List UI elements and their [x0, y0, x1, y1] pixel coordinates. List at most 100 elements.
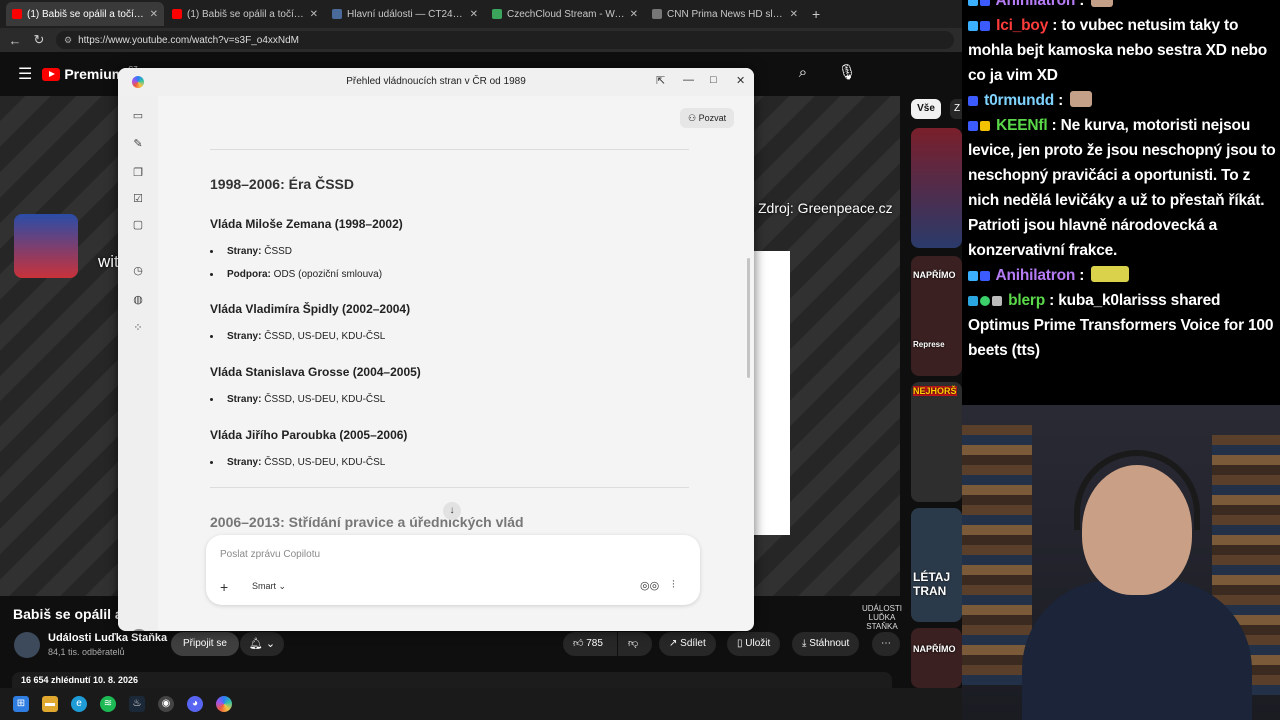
related-video-thumbnail[interactable]: NAPŘÍMO	[911, 628, 962, 688]
tasks-icon[interactable]: ☑	[130, 191, 146, 207]
user-avatar[interactable]	[130, 629, 148, 631]
edge-browser-icon[interactable]: e	[71, 696, 87, 712]
dislike-button[interactable]: 👎︎	[618, 632, 652, 656]
apps-grid-icon[interactable]: ⁘	[130, 320, 146, 336]
browser-tab[interactable]: (1) Babiš se opálil a točí čím dál zr ✕	[6, 2, 164, 26]
notification-bell-button[interactable]: 🔔︎ ⌄	[240, 632, 284, 656]
obs-icon[interactable]: ◉	[158, 696, 174, 712]
screen: (1) Babiš se opálil a točí čím dál zr ✕ …	[0, 0, 1280, 720]
tab-label: CNN Prima News HD sledujte onl	[667, 8, 785, 20]
windows-start-icon[interactable]: ⊞	[13, 696, 29, 712]
tab-label: Hlavní události — ČT24 — Český	[347, 8, 465, 20]
minimize-icon[interactable]: —	[683, 74, 694, 86]
more-actions-button[interactable]: ⋯	[872, 632, 900, 656]
maximize-icon[interactable]: □	[710, 74, 717, 86]
download-label: Stáhnout	[809, 638, 850, 649]
download-icon: ⤓	[802, 638, 807, 649]
chat-username[interactable]: t0rmundd	[984, 92, 1054, 109]
browser-tab[interactable]: CNN Prima News HD sledujte onl ✕	[646, 2, 804, 26]
browser-tab[interactable]: CzechCloud Stream - Watch Live ✕	[486, 2, 644, 26]
close-icon[interactable]: ✕	[470, 9, 478, 20]
share-button[interactable]: ↗ Sdílet	[659, 632, 716, 656]
like-button[interactable]: 👍︎ 785	[563, 632, 617, 656]
czechcloud-favicon-icon	[492, 9, 502, 19]
new-chat-icon[interactable]: ✎	[130, 136, 146, 152]
site-info-icon[interactable]: ⚙	[64, 35, 72, 46]
bullet-label: Strany:	[227, 246, 262, 257]
copilot-sidebar: ▭ ✎ ❐ ☑ ▢ ◷ ◍ ⁘	[118, 96, 158, 631]
badge-icon	[980, 21, 990, 31]
download-button[interactable]: ⤓ Stáhnout	[792, 632, 860, 656]
twitch-chat: Anihilatron : Ici_boy : to vubec netusim…	[962, 0, 1280, 405]
menu-icon[interactable]: ☰	[18, 64, 32, 84]
filter-chip-next[interactable]: Z	[950, 99, 962, 119]
bullet-value: ČSSD	[261, 246, 293, 257]
section-divider	[210, 149, 689, 150]
notebook-icon[interactable]: ▢	[130, 217, 146, 233]
invite-button[interactable]: ⚇ Pozvat	[680, 108, 735, 128]
bullet-item: Strany: ČSSD, US-DEU, KDU-ČSL	[210, 394, 385, 405]
chat-username[interactable]: Ici_boy	[996, 17, 1048, 34]
scrollbar[interactable]	[747, 258, 750, 378]
bookmark-icon: ▯	[737, 638, 743, 649]
close-icon[interactable]: ✕	[736, 74, 745, 87]
search-icon[interactable]: ⌕	[788, 60, 818, 86]
address-bar[interactable]: ⚙ https://www.youtube.com/watch?v=s3F_o4…	[56, 31, 954, 49]
close-icon[interactable]: ✕	[310, 9, 318, 20]
voice-icon[interactable]: ⫶	[672, 579, 675, 592]
chat-message: t0rmundd :	[968, 88, 1276, 113]
badge-icon	[992, 296, 1002, 306]
browser-tabstrip: (1) Babiš se opálil a točí čím dál zr ✕ …	[0, 0, 962, 28]
message-composer[interactable]: Poslat zprávu Copilotu + Smart ⌄ ◎◎ ⫶	[206, 535, 700, 605]
filter-chip-all[interactable]: Vše	[911, 99, 941, 119]
channel-name[interactable]: Události Luďka Staňka	[48, 632, 167, 644]
related-video-thumbnail[interactable]: NAPŘÍMO Represe	[911, 256, 962, 376]
crown-icon	[980, 121, 990, 131]
bullet-value: ČSSD, US-DEU, KDU-ČSL	[261, 457, 386, 468]
chat-username[interactable]: KEENfl	[996, 117, 1048, 134]
related-video-thumbnail[interactable]: LÉTAJ TRAN	[911, 508, 962, 622]
copilot-taskbar-icon[interactable]	[216, 696, 232, 712]
bullet-item: Strany: ČSSD	[210, 246, 292, 257]
discord-icon[interactable]: ◕	[187, 696, 203, 712]
channel-avatar[interactable]	[14, 632, 40, 658]
close-icon[interactable]: ✕	[630, 9, 638, 20]
composer-input[interactable]: Poslat zprávu Copilotu	[220, 549, 320, 560]
scroll-down-icon[interactable]: ↓	[443, 502, 461, 520]
bell-icon: 🔔︎	[248, 638, 263, 650]
microphone-icon[interactable]: 🎙	[834, 60, 860, 86]
government-heading: Vláda Stanislava Grosse (2004–2005)	[210, 365, 421, 379]
history-icon[interactable]: ◷	[130, 263, 146, 279]
open-in-browser-icon[interactable]: ⇱	[656, 74, 665, 87]
pages-icon[interactable]: ❐	[130, 165, 146, 181]
chat-username[interactable]: blerp	[1008, 292, 1045, 309]
government-heading: Vláda Vladimíra Špidly (2002–2004)	[210, 302, 411, 316]
new-tab-icon[interactable]: +	[812, 6, 820, 22]
close-icon[interactable]: ✕	[150, 9, 158, 20]
file-explorer-icon[interactable]: ▬	[42, 696, 58, 712]
vision-glasses-icon[interactable]: ◎◎	[640, 579, 659, 592]
mode-selector[interactable]: Smart ⌄	[252, 581, 286, 592]
spotify-icon[interactable]: ≋	[100, 696, 116, 712]
related-video-thumbnail[interactable]	[911, 128, 962, 248]
chat-username[interactable]: Anihilatron	[996, 267, 1076, 284]
related-video-thumbnail[interactable]: NEJHORŠ	[911, 382, 962, 502]
back-icon[interactable]: ←	[8, 33, 22, 48]
browser-tab[interactable]: Hlavní události — ČT24 — Český ✕	[326, 2, 484, 26]
discover-icon[interactable]: ◍	[130, 292, 146, 308]
sidebar-toggle-icon[interactable]: ▭	[130, 108, 146, 124]
browser-toolbar: ← ↻ ⚙ https://www.youtube.com/watch?v=s3…	[0, 28, 962, 52]
chat-username[interactable]: Anihilatron	[996, 0, 1076, 9]
reload-icon[interactable]: ↻	[32, 32, 46, 48]
save-button[interactable]: ▯ Uložit	[727, 632, 781, 656]
copilot-window: Přehled vládnoucích stran v ČR od 1989 ⇱…	[118, 68, 754, 631]
close-icon[interactable]: ✕	[790, 9, 798, 20]
tab-label: CzechCloud Stream - Watch Live	[507, 8, 625, 20]
browser-tab[interactable]: (1) Babiš se opálil a točí čím dál zr ✕	[166, 2, 324, 26]
headset	[1074, 450, 1200, 530]
plus-icon[interactable]: +	[220, 579, 228, 595]
join-button[interactable]: Připojit se	[171, 632, 239, 656]
emote-icon	[1091, 0, 1114, 7]
tab-label: (1) Babiš se opálil a točí čím dál zr	[27, 8, 145, 20]
steam-icon[interactable]: ♨	[129, 696, 145, 712]
